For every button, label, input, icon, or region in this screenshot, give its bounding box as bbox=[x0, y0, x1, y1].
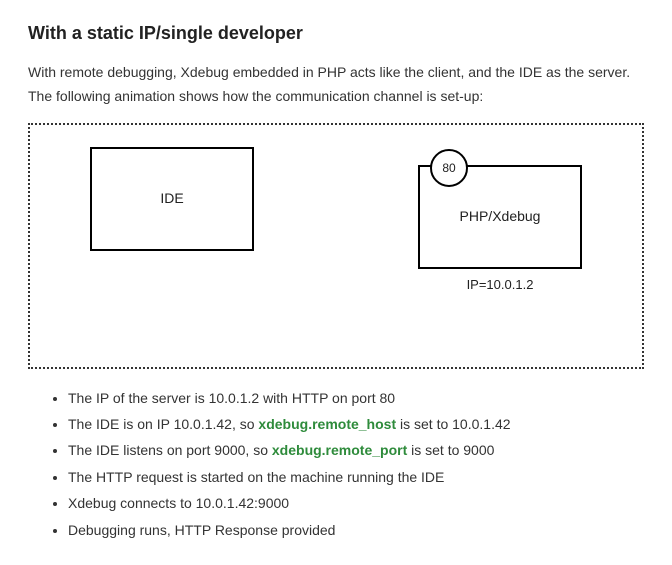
list-item: Debugging runs, HTTP Response provided bbox=[68, 519, 644, 541]
list-text: The IDE is on IP 10.0.1.42, so bbox=[68, 416, 258, 432]
list-item: The IP of the server is 10.0.1.2 with HT… bbox=[68, 387, 644, 409]
port-label: 80 bbox=[442, 159, 455, 177]
port-circle: 80 bbox=[430, 149, 468, 187]
ide-box: IDE bbox=[90, 147, 254, 251]
config-key: xdebug.remote_host bbox=[258, 416, 396, 432]
ide-label: IDE bbox=[160, 188, 183, 209]
php-label: PHP/Xdebug bbox=[460, 206, 541, 227]
php-xdebug-box: 80 PHP/Xdebug IP=10.0.1.2 bbox=[418, 165, 582, 269]
details-list: The IP of the server is 10.0.1.2 with HT… bbox=[28, 387, 644, 541]
list-item: The IDE is on IP 10.0.1.42, so xdebug.re… bbox=[68, 413, 644, 435]
config-key: xdebug.remote_port bbox=[272, 442, 407, 458]
list-text: The IDE listens on port 9000, so bbox=[68, 442, 272, 458]
ip-label: IP=10.0.1.2 bbox=[420, 275, 580, 295]
intro-paragraph: With remote debugging, Xdebug embedded i… bbox=[28, 61, 644, 109]
list-item: Xdebug connects to 10.0.1.42:9000 bbox=[68, 492, 644, 514]
list-item: The HTTP request is started on the machi… bbox=[68, 466, 644, 488]
section-heading: With a static IP/single developer bbox=[28, 20, 644, 47]
communication-diagram: IDE 80 PHP/Xdebug IP=10.0.1.2 bbox=[28, 123, 644, 369]
list-item: The IDE listens on port 9000, so xdebug.… bbox=[68, 439, 644, 461]
list-text: is set to 10.0.1.42 bbox=[396, 416, 510, 432]
list-text: is set to 9000 bbox=[407, 442, 494, 458]
